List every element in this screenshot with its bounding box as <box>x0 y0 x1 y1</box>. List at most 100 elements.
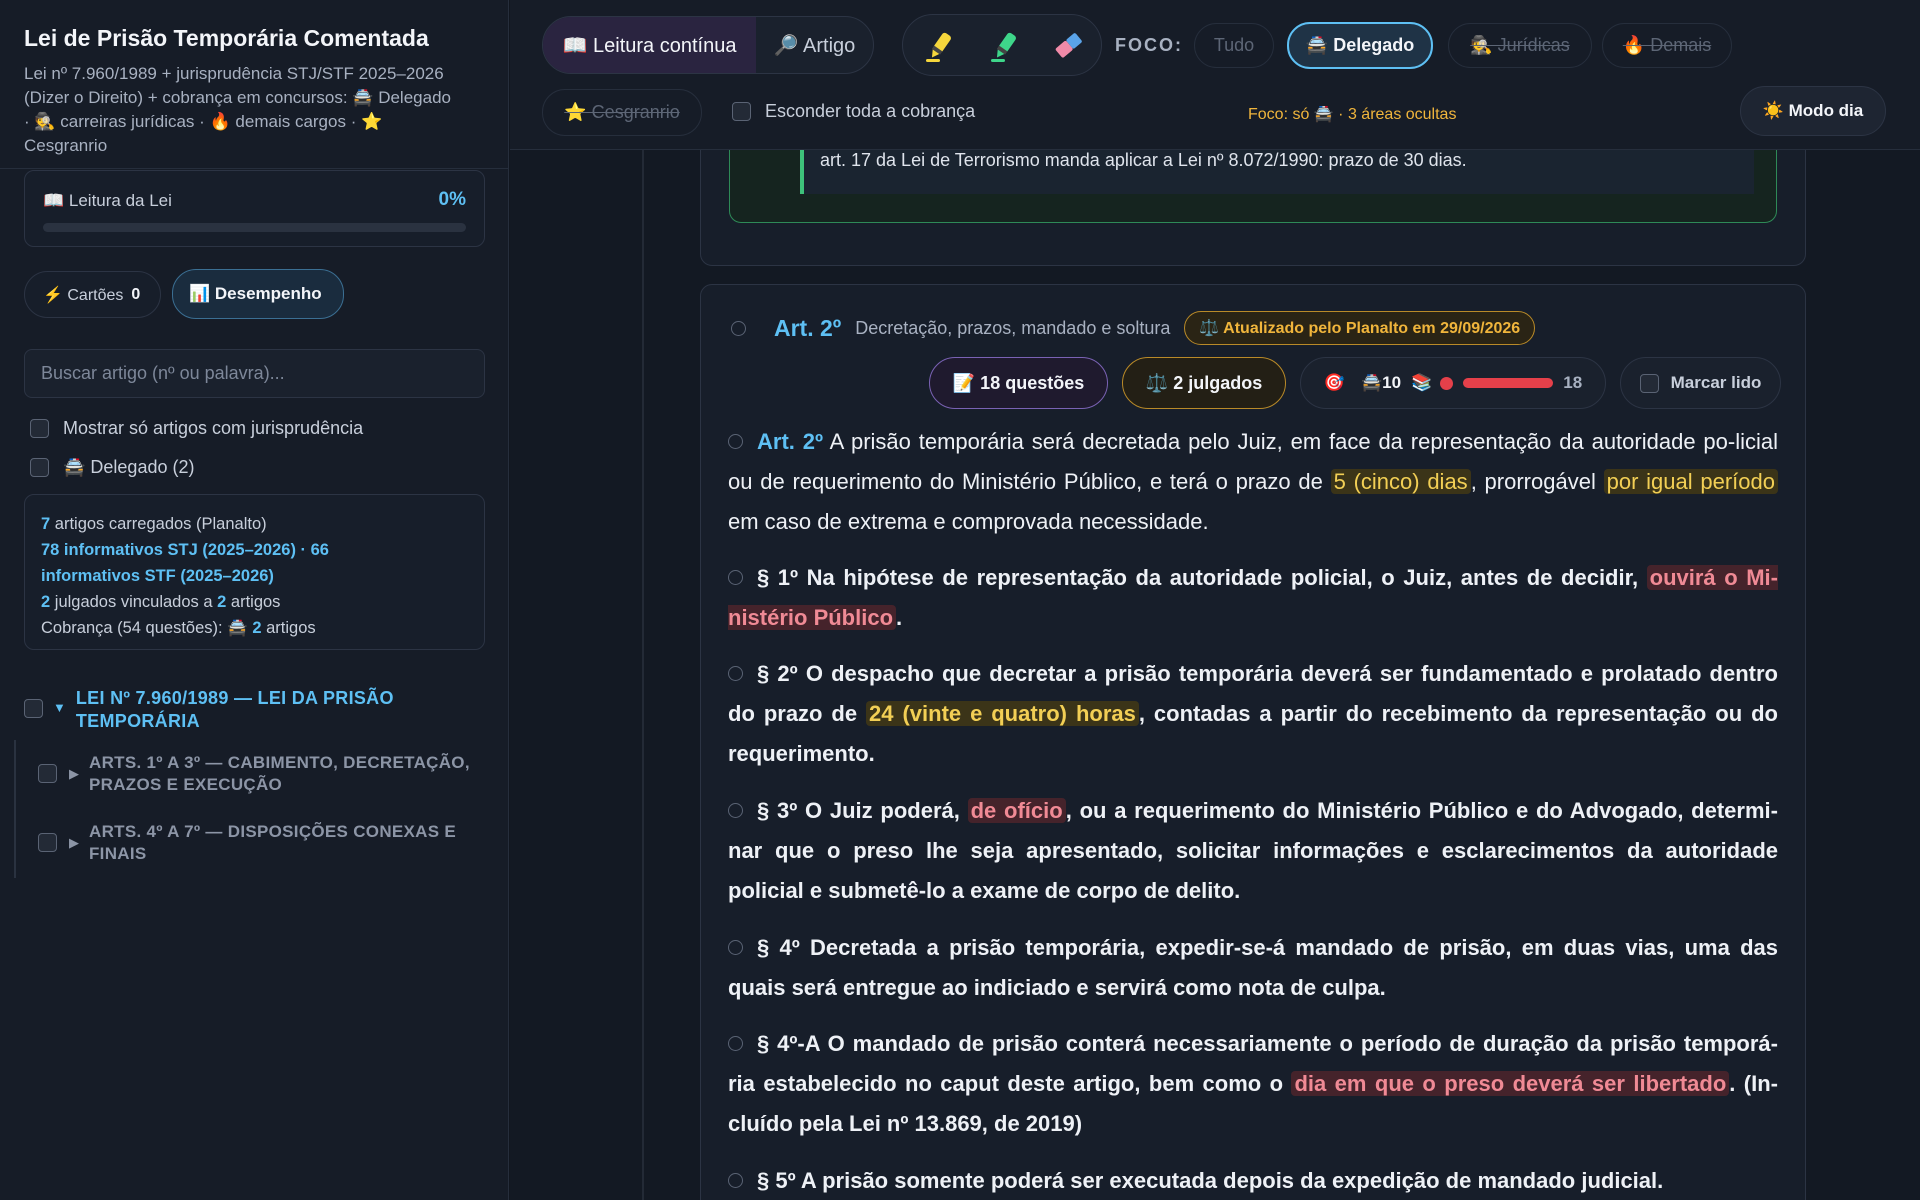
caret-right-icon[interactable]: ▶ <box>69 835 79 851</box>
focus-chip-all[interactable]: Tudo <box>1194 23 1274 68</box>
paragraph-read-radio[interactable] <box>728 1172 743 1188</box>
mark-read-label: Marcar lido <box>1670 373 1762 392</box>
tree-item-arts-1-3[interactable]: ▶ ARTS. 1º A 3º — CABIMENTO, DECRETAÇÃO,… <box>38 752 498 796</box>
mode-article-button[interactable]: 🔎 Artigo <box>756 17 873 73</box>
focus-chip-delegado[interactable]: 🚔 Delegado <box>1287 22 1433 69</box>
paragraph-2: § 2º O despacho que decretar a prisão te… <box>728 654 1778 774</box>
green-highlighter-icon[interactable] <box>988 29 1022 63</box>
reading-pane: art. 17 da Lei de Terrorismo manda aplic… <box>510 150 1920 1200</box>
paragraph-read-radio[interactable] <box>728 433 743 449</box>
paragraph-4: § 4º Decretada a prisão temporária, expe… <box>728 928 1778 1008</box>
article-card: Art. 2º Decretação, prazos, mandado e so… <box>700 284 1806 1200</box>
subtitle-line: (Dizer o Direito) + cobrança em concurso… <box>24 88 451 107</box>
jurisprudence-quote: art. 17 da Lei de Terrorismo manda aplic… <box>800 150 1754 194</box>
focus-chip-juridicas[interactable]: 🕵 Jurídicas <box>1448 23 1592 68</box>
tree-root-label: LEI Nº 7.960/1989 — LEI DA PRISÃO TEMPOR… <box>76 687 394 733</box>
focus-label: FOCO: <box>1115 35 1183 55</box>
checkbox-icon[interactable] <box>1639 373 1659 393</box>
stats-card: 7 artigos carregados (Planalto) 78 infor… <box>24 494 485 650</box>
checkbox-icon[interactable] <box>732 102 751 121</box>
stat-text: artigos carregados (Planalto) <box>50 515 267 533</box>
target-icon: 🎯 <box>1323 373 1345 392</box>
paragraph-read-radio[interactable] <box>728 569 743 585</box>
stat-number: 2 <box>252 619 262 637</box>
tree-root-law[interactable]: ▼ LEI Nº 7.960/1989 — LEI DA PRISÃO TEMP… <box>24 687 494 733</box>
tree-guide-line <box>14 740 16 878</box>
highlight-red[interactable]: dia em que o preso deverá ser libertado <box>1291 1071 1730 1096</box>
highlight-yellow[interactable]: por igual período <box>1603 469 1778 494</box>
paragraph-read-radio[interactable] <box>728 802 743 818</box>
stats-line: 7 artigos carregados (Planalto) <box>41 511 468 537</box>
focus-status-text: Foco: só 🚔 · 3 áreas ocultas <box>1248 106 1457 123</box>
caret-down-icon[interactable]: ▼ <box>53 700 66 715</box>
previous-article-card: art. 17 da Lei de Terrorismo manda aplic… <box>700 150 1806 266</box>
search-input[interactable] <box>24 349 485 398</box>
books-icon: 📚 <box>1411 373 1433 392</box>
law-text: § 3º O Juiz poderá, <box>757 798 968 823</box>
sidebar-header: Lei de Prisão Temporária Comentada Lei n… <box>0 0 508 169</box>
tree-label-line: PRAZOS E EXECUÇÃO <box>89 775 283 794</box>
stat-text: Cobrança (54 questões): 🚔 <box>41 619 253 637</box>
paragraph-3: § 3º O Juiz poderá, de ofício, ou a requ… <box>728 791 1778 911</box>
checkbox-icon[interactable] <box>30 419 49 438</box>
eraser-icon[interactable] <box>1051 29 1085 63</box>
stat-text: julgados vinculados a <box>50 593 218 611</box>
reading-progress-card: 📖 Leitura da Lei 0% <box>24 170 485 247</box>
highlight-yellow[interactable]: 24 (vinte e quatro) horas <box>866 701 1139 726</box>
tree-item-arts-4-7[interactable]: ▶ ARTS. 4º A 7º — DISPOSIÇÕES CONEXAS E … <box>38 821 498 865</box>
questions-button[interactable]: 📝 18 questões <box>929 357 1108 409</box>
checkbox-icon[interactable] <box>24 699 43 718</box>
law-text: em caso de extrema e comprovada necessid… <box>728 509 1209 534</box>
checkbox-icon[interactable] <box>30 458 49 477</box>
red-dot-icon <box>1440 376 1454 390</box>
paragraph-read-radio[interactable] <box>728 665 743 681</box>
focus-chip-demais[interactable]: 🔥 Demais <box>1602 23 1732 68</box>
app-window: Lei de Prisão Temporária Comentada Lei n… <box>0 0 1920 1200</box>
yellow-highlighter-icon[interactable] <box>923 29 957 63</box>
article-caput: Art. 2º A prisão temporária será decreta… <box>728 422 1778 542</box>
paragraph-read-radio[interactable] <box>728 1035 743 1051</box>
cards-label: ⚡ Cartões <box>43 286 124 304</box>
article-stats[interactable]: 🎯 🚔10 📚 18 <box>1300 357 1606 409</box>
cards-count: 0 <box>131 285 141 303</box>
caret-right-icon[interactable]: ▶ <box>69 766 79 782</box>
judgments-button[interactable]: ⚖️ 2 julgados <box>1122 357 1286 409</box>
updated-badge: ⚖️ Atualizado pelo Planalto em 29/09/202… <box>1184 311 1536 345</box>
mark-read-button[interactable]: Marcar lido <box>1620 357 1781 409</box>
paragraph-read-radio[interactable] <box>728 939 743 955</box>
highlight-red[interactable]: de ofício <box>967 798 1066 823</box>
stat-text: artigos <box>226 593 281 611</box>
article-number: Art. 2º <box>774 314 842 341</box>
stats-line: Cobrança (54 questões): 🚔 2 artigos <box>41 615 468 641</box>
filter-delegado-checkbox[interactable]: 🚔 Delegado (2) <box>30 457 194 478</box>
checkbox-icon[interactable] <box>38 764 57 783</box>
total-count: 18 <box>1563 373 1583 392</box>
hide-all-checkbox[interactable]: Esconder toda a cobrança <box>732 101 975 122</box>
timeline-rail <box>642 150 644 1200</box>
article-read-radio[interactable] <box>731 320 746 336</box>
stats-informativos: 78 informativos STJ (2025–2026) · 66 <box>41 541 329 559</box>
highlight-yellow[interactable]: 5 (cinco) dias <box>1330 469 1471 494</box>
stats-line: 2 julgados vinculados a 2 artigos <box>41 589 468 615</box>
paragraph-4a: § 4º-A O mandado de prisão conterá neces… <box>728 1024 1778 1144</box>
jurisprudence-box: art. 17 da Lei de Terrorismo manda aplic… <box>729 150 1777 223</box>
toolbar: 📖 Leitura contínua 🔎 Artigo FOCO: Tudo 🚔… <box>510 0 1920 150</box>
focus-chip-cesgranrio[interactable]: ⭐ Cesgranrio <box>542 89 702 136</box>
day-mode-button[interactable]: ☀️ Modo dia <box>1740 86 1886 136</box>
filter-delegado-label: 🚔 Delegado (2) <box>63 457 195 477</box>
tree-label-line: FINAIS <box>89 844 147 863</box>
checkbox-icon[interactable] <box>38 833 57 852</box>
cobranca-bar <box>1463 378 1554 388</box>
tree-label-line: LEI Nº 7.960/1989 — LEI DA PRISÃO <box>75 688 394 708</box>
law-text: § 5º A prisão somente poderá ser executa… <box>757 1168 1664 1193</box>
article-header: Art. 2º Decretação, prazos, mandado e so… <box>731 311 1536 345</box>
cards-button[interactable]: ⚡ Cartões 0 <box>24 271 161 318</box>
reading-progress-value: 0% <box>438 189 466 210</box>
filter-juris-checkbox[interactable]: Mostrar só artigos com jurisprudência <box>30 418 363 439</box>
mode-continuous-button[interactable]: 📖 Leitura contínua <box>543 17 756 73</box>
tree-item-label: ARTS. 4º A 7º — DISPOSIÇÕES CONEXAS E FI… <box>89 821 456 865</box>
stat-number: 2 <box>41 593 51 611</box>
caput-number: Art. 2º <box>757 429 824 454</box>
performance-button[interactable]: 📊 Desempenho <box>172 269 344 319</box>
filter-juris-label: Mostrar só artigos com jurisprudência <box>63 418 364 438</box>
